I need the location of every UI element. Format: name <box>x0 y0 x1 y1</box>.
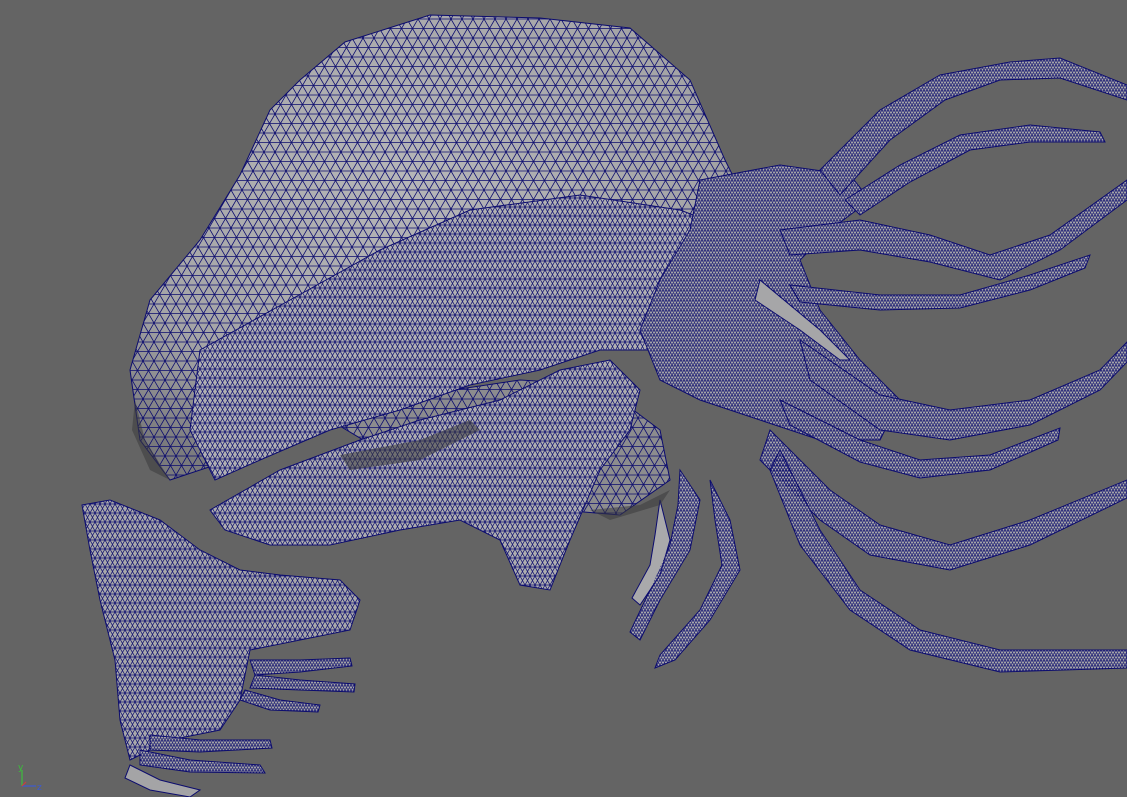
y-axis-label: y <box>18 763 24 773</box>
axis-gizmo: y z <box>18 763 42 792</box>
creature-mesh-render[interactable] <box>0 0 1127 797</box>
z-axis-label: z <box>37 783 42 792</box>
3d-viewport[interactable]: y z <box>0 0 1127 797</box>
